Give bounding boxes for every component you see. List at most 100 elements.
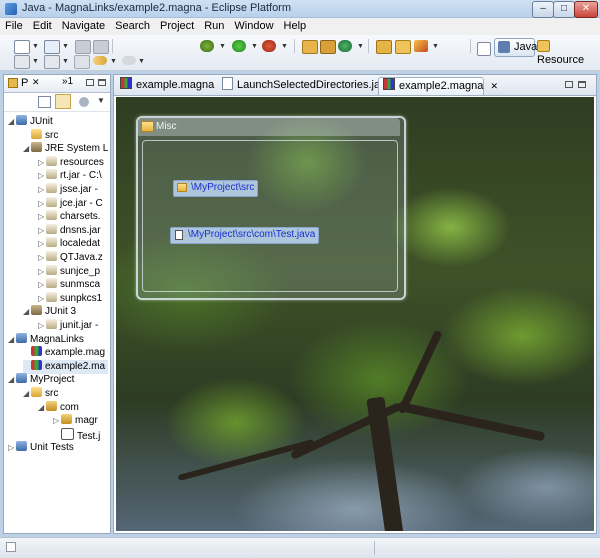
expand-chevron-icon[interactable]: ▷ [38, 237, 46, 251]
new-class-icon[interactable] [338, 40, 352, 52]
menu-run[interactable]: Run [199, 18, 229, 32]
link-myproject-src[interactable]: \MyProject\src [173, 180, 259, 197]
expand-chevron-icon[interactable]: ▷ [38, 169, 46, 183]
collapse-chevron-icon[interactable]: ◢ [8, 373, 16, 387]
link-with-editor-icon[interactable] [55, 94, 71, 109]
collapse-chevron-icon[interactable]: ◢ [8, 115, 16, 129]
expand-chevron-icon[interactable]: ▷ [38, 210, 46, 224]
new-icon[interactable] [14, 40, 30, 54]
forward-arrow-icon[interactable] [122, 56, 136, 65]
minimize-view-icon[interactable] [86, 79, 94, 86]
tree-item[interactable]: ◢ com [38, 400, 108, 415]
tree-item[interactable]: ▷ resources [38, 155, 108, 170]
view-overflow-tab[interactable]: »1 [62, 76, 73, 87]
tab-launch-selected-directories[interactable]: LaunchSelectedDirectories.java [218, 77, 392, 94]
back-arrow-icon[interactable] [93, 56, 107, 65]
tree-item[interactable]: ◢ JUnit 3 [23, 305, 108, 319]
tree-item[interactable]: src [23, 128, 108, 143]
open-folder-icon[interactable] [395, 40, 411, 54]
collapse-chevron-icon[interactable]: ◢ [23, 387, 31, 401]
menu-navigate[interactable]: Navigate [57, 18, 110, 32]
expand-chevron-icon[interactable]: ▷ [38, 197, 46, 211]
menu-project[interactable]: Project [155, 18, 199, 32]
debug-icon[interactable] [200, 40, 214, 52]
tree-item[interactable]: ▷ junit.jar - [38, 319, 108, 333]
expand-chevron-icon[interactable]: ▷ [38, 292, 46, 306]
tree-item[interactable]: ▷ rt.jar - C:\ [38, 169, 108, 183]
expand-chevron-icon[interactable]: ▷ [53, 414, 61, 428]
tree-item[interactable]: ▷ sunpkcs1 [38, 291, 108, 306]
tree-item[interactable]: ▷ dnsns.jar [38, 223, 108, 238]
misc-group[interactable]: Misc \MyProject\src \MyProject\src\com\T… [136, 116, 406, 300]
editor-minimize-icon[interactable] [565, 81, 573, 88]
jar-icon [46, 196, 57, 207]
last-edit-location-icon[interactable] [74, 55, 90, 69]
menu-search[interactable]: Search [110, 18, 155, 32]
tree-item[interactable]: ◢ src [23, 387, 108, 401]
tab-example2-magna[interactable]: example2.magna ✕ [378, 77, 498, 95]
tree-item[interactable]: ▷ Unit Tests [8, 441, 108, 455]
expand-chevron-icon[interactable]: ▷ [38, 278, 46, 292]
tree-item[interactable]: ▷ QTJava.z [38, 251, 108, 265]
menu-file[interactable]: File [0, 18, 28, 32]
menu-window[interactable]: Window [229, 18, 278, 32]
tab-close-icon[interactable]: ✕ [490, 81, 498, 91]
maximize-view-icon[interactable] [98, 79, 106, 86]
search-icon[interactable] [414, 40, 428, 52]
tree-item[interactable]: ▷ charsets. [38, 210, 108, 224]
new-java-project-icon[interactable] [302, 40, 318, 54]
minimize-button[interactable]: – [532, 1, 554, 18]
collapse-all-icon[interactable] [38, 96, 51, 108]
menu-edit[interactable]: Edit [28, 18, 57, 32]
tree-item[interactable]: ◢ MagnaLinks [8, 332, 108, 347]
save-icon[interactable] [75, 40, 91, 54]
expand-chevron-icon[interactable]: ▷ [8, 441, 16, 455]
expand-chevron-icon[interactable]: ▷ [38, 156, 46, 170]
collapse-chevron-icon[interactable]: ◢ [8, 333, 16, 347]
tree-item[interactable]: ▷ jsse.jar - [38, 183, 108, 197]
tree-item[interactable]: ◢ JUnit [8, 115, 108, 129]
magna-canvas[interactable]: Misc \MyProject\src \MyProject\src\com\T… [116, 97, 594, 531]
tree-item[interactable]: ▷ sunmsca [38, 278, 108, 292]
open-perspective-icon[interactable] [477, 42, 491, 56]
run-icon[interactable] [232, 40, 246, 52]
previous-annotation-icon[interactable] [44, 55, 60, 69]
tree-item[interactable]: ▷ jce.jar - C [38, 196, 108, 211]
java-perspective-button[interactable]: Java [494, 38, 537, 57]
tree-item[interactable]: ▷ sunjce_p [38, 264, 108, 279]
close-button[interactable]: ✕ [574, 1, 598, 18]
collapse-chevron-icon[interactable]: ◢ [23, 142, 31, 156]
tree-item[interactable]: ▷ magr [53, 414, 108, 428]
print-icon[interactable] [93, 40, 109, 54]
tree-item[interactable]: ◢ MyProject [8, 373, 108, 387]
external-tools-icon[interactable] [262, 40, 276, 52]
resource-perspective-button[interactable]: Resource [537, 40, 600, 66]
open-type-icon[interactable] [376, 40, 392, 54]
view-menu-chevron-icon[interactable]: ▼ [97, 96, 105, 105]
maximize-button[interactable]: □ [553, 1, 575, 18]
collapse-chevron-icon[interactable]: ◢ [38, 401, 46, 415]
editor-maximize-icon[interactable] [578, 81, 586, 88]
fast-view-icon[interactable] [6, 542, 16, 552]
collapse-chevron-icon[interactable]: ◢ [23, 305, 31, 319]
tab-example-magna[interactable]: example.magna [116, 77, 224, 94]
menu-help[interactable]: Help [279, 18, 312, 32]
new-wizard-icon[interactable] [44, 40, 60, 54]
view-menu-options-icon[interactable] [79, 97, 89, 107]
tree-item[interactable]: Test.j [53, 427, 108, 442]
tree-item[interactable]: ◢ JRE System L [23, 142, 108, 156]
expand-chevron-icon[interactable]: ▷ [38, 251, 46, 265]
expand-chevron-icon[interactable]: ▷ [38, 224, 46, 238]
tree-item[interactable]: example2.ma [23, 359, 108, 374]
tree-item-label: jsse.jar - [60, 184, 98, 195]
new-package-icon[interactable] [320, 40, 336, 54]
next-annotation-icon[interactable] [14, 55, 30, 69]
tree-item[interactable]: ▷ localedat [38, 237, 108, 251]
link-test-java[interactable]: \MyProject\src\com\Test.java [170, 227, 320, 244]
expand-chevron-icon[interactable]: ▷ [38, 265, 46, 279]
expand-chevron-icon[interactable]: ▷ [38, 183, 46, 197]
package-explorer-tab[interactable]: P [21, 77, 28, 89]
expand-chevron-icon[interactable]: ▷ [38, 319, 46, 333]
tree-item[interactable]: example.mag [23, 346, 108, 360]
package-explorer-close-icon[interactable]: ✕ [32, 77, 40, 88]
